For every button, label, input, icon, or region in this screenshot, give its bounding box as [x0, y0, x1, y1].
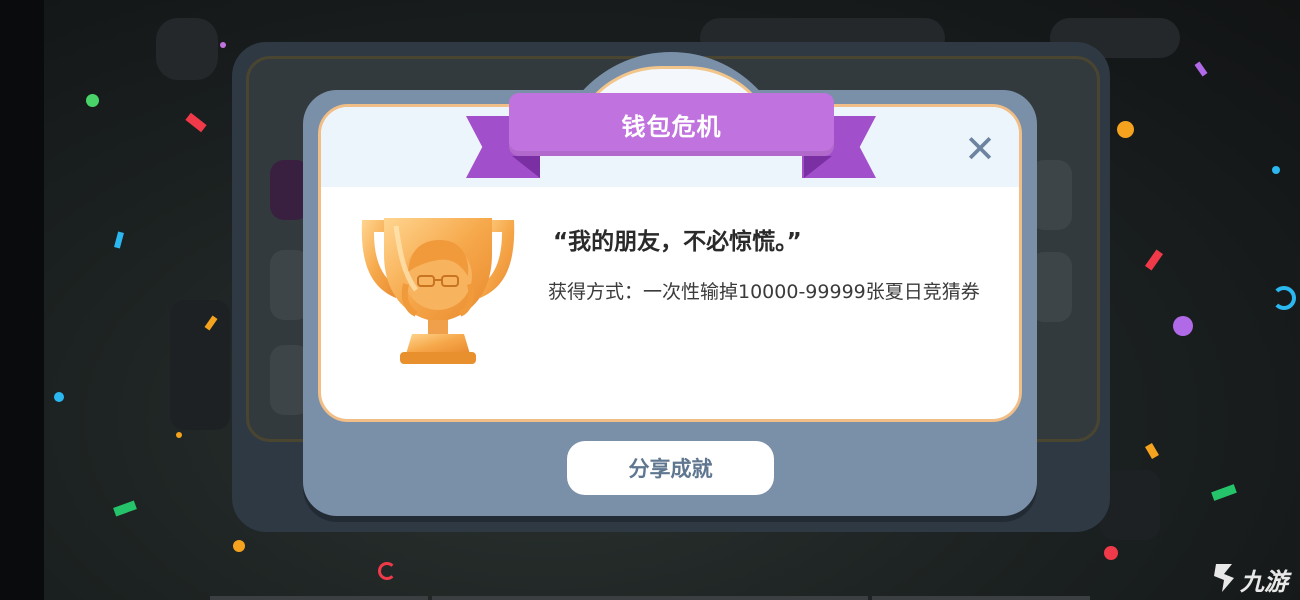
left-edge [0, 0, 44, 600]
confetti-dot [54, 392, 64, 402]
confetti-dot [1173, 316, 1193, 336]
back-button-bg [156, 18, 218, 80]
close-button[interactable]: ✕ [958, 127, 1002, 171]
confetti-dot [86, 94, 99, 107]
bottom-bar-segment [872, 596, 1090, 600]
jiuyou-logo-icon [1214, 564, 1234, 592]
bottom-bar-segment [210, 596, 428, 600]
confetti-curl [1272, 286, 1296, 310]
share-achievement-button[interactable]: 分享成就 [567, 441, 774, 495]
bottom-bar-segment [432, 596, 868, 600]
watermark-text: 九游 [1240, 568, 1288, 596]
confetti-dot [1272, 166, 1280, 174]
confetti-dot [220, 42, 226, 48]
achievement-quote: “我的朋友，不必惊慌。” [553, 229, 802, 255]
close-icon: ✕ [964, 127, 996, 171]
achievement-title: 钱包危机 [621, 113, 722, 141]
confetti-dot [176, 432, 182, 438]
confetti-curl [378, 562, 396, 580]
confetti-dot [1104, 546, 1118, 560]
side-card-bg [170, 300, 230, 430]
title-ribbon: 钱包危机 [509, 93, 834, 156]
confetti-dot [233, 540, 245, 552]
achievement-method: 获得方式：一次性输掉10000-99999张夏日竞猜券 [548, 281, 980, 303]
trophy-icon [361, 218, 515, 364]
confetti-dot [1117, 121, 1134, 138]
